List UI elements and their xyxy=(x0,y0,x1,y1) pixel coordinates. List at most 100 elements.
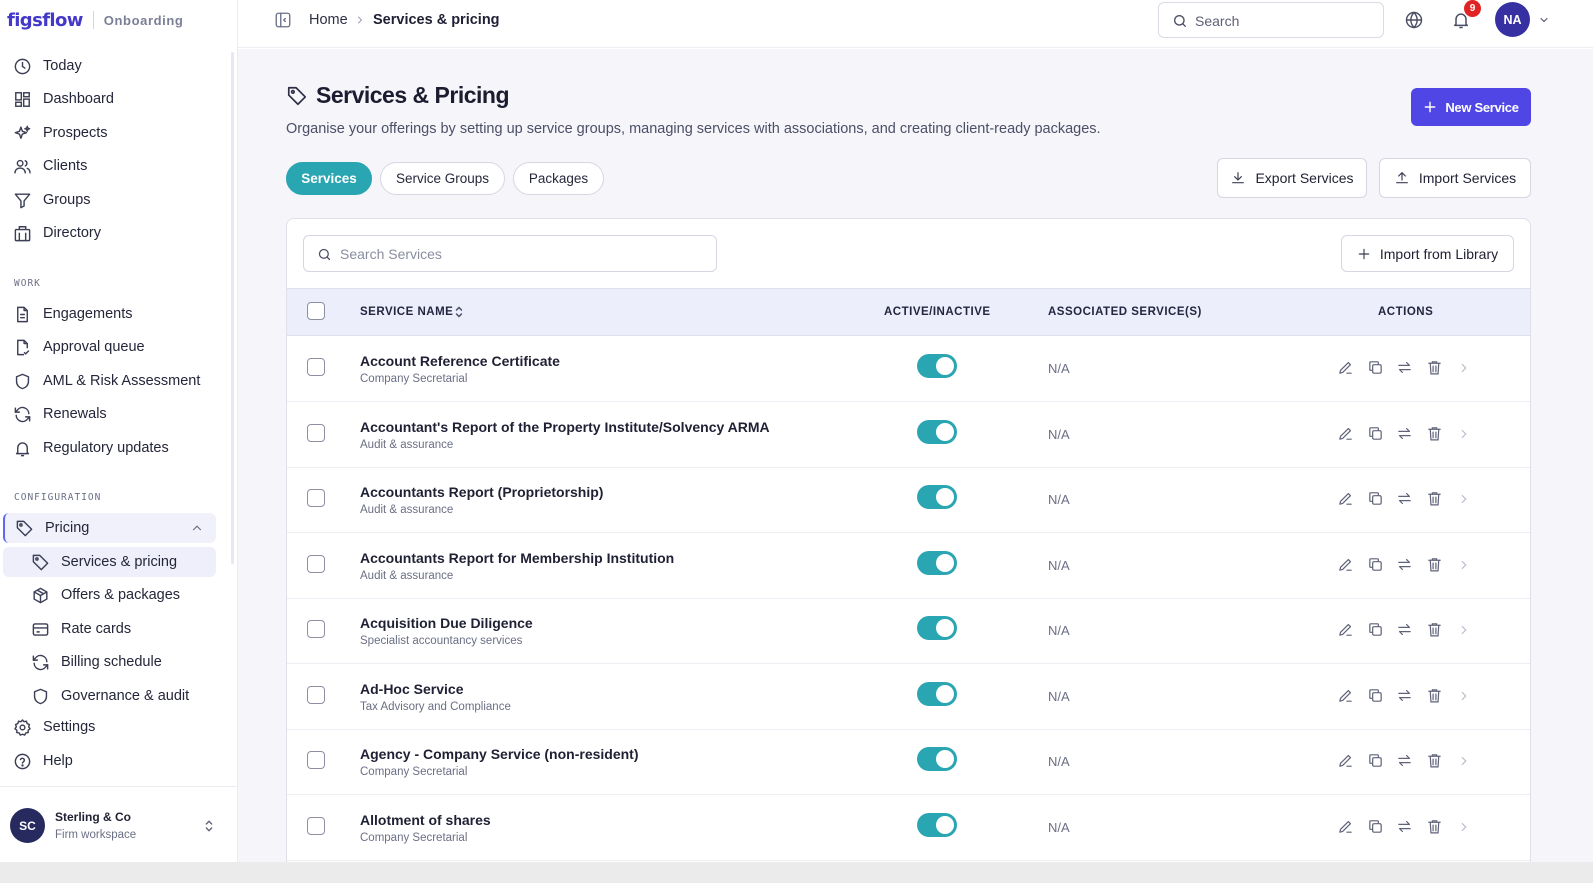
column-header-service-name[interactable]: SERVICE NAME xyxy=(360,306,453,318)
delete-icon[interactable] xyxy=(1426,425,1443,442)
active-toggle[interactable] xyxy=(917,354,957,378)
delete-icon[interactable] xyxy=(1426,359,1443,376)
delete-icon[interactable] xyxy=(1426,752,1443,769)
delete-icon[interactable] xyxy=(1426,490,1443,507)
import-from-library-button[interactable]: Import from Library xyxy=(1341,235,1514,272)
table-row[interactable]: Accountants Report (Proprietorship) Audit… xyxy=(287,467,1530,533)
sidebar-item-regulatory-updates[interactable]: Regulatory updates xyxy=(0,433,216,463)
breadcrumb-home[interactable]: Home xyxy=(309,12,348,28)
duplicate-icon[interactable] xyxy=(1367,687,1384,704)
sidebar-scrollbar[interactable] xyxy=(231,52,234,564)
sidebar-item-directory[interactable]: Directory xyxy=(0,218,216,248)
sidebar-item-offers-packages[interactable]: Offers & packages xyxy=(0,580,216,610)
sidebar-item-governance-audit[interactable]: Governance & audit xyxy=(0,681,216,711)
tab-service-groups[interactable]: Service Groups xyxy=(380,162,505,195)
active-toggle[interactable] xyxy=(917,813,957,837)
active-toggle[interactable] xyxy=(917,747,957,771)
sidebar-item-pricing[interactable]: Pricing xyxy=(3,513,216,543)
edit-icon[interactable] xyxy=(1337,425,1354,442)
global-search-input[interactable] xyxy=(1195,11,1375,31)
duplicate-icon[interactable] xyxy=(1367,818,1384,835)
sidebar-item-help[interactable]: Help xyxy=(0,746,216,776)
swap-icon[interactable] xyxy=(1396,425,1413,442)
active-toggle[interactable] xyxy=(917,485,957,509)
chevron-right-icon[interactable] xyxy=(1457,820,1471,834)
active-toggle[interactable] xyxy=(917,682,957,706)
row-checkbox[interactable] xyxy=(307,686,325,704)
chevron-right-icon[interactable] xyxy=(1457,623,1471,637)
chevron-right-icon[interactable] xyxy=(1457,558,1471,572)
service-name[interactable]: Accountants Report for Membership Instit… xyxy=(360,550,674,566)
edit-icon[interactable] xyxy=(1337,818,1354,835)
duplicate-icon[interactable] xyxy=(1367,752,1384,769)
chevron-down-icon[interactable] xyxy=(1538,14,1550,26)
table-row[interactable]: Accountant's Report of the Property Inst… xyxy=(287,402,1530,468)
services-search-input[interactable] xyxy=(340,244,700,264)
table-row[interactable]: Agency - Company Service (non-resident) C… xyxy=(287,729,1530,795)
chevron-right-icon[interactable] xyxy=(1457,361,1471,375)
delete-icon[interactable] xyxy=(1426,687,1443,704)
delete-icon[interactable] xyxy=(1426,818,1443,835)
table-row[interactable]: Allotment of shares Company Secretarial N/… xyxy=(287,795,1530,861)
user-avatar[interactable]: NA xyxy=(1495,2,1530,37)
swap-icon[interactable] xyxy=(1396,752,1413,769)
edit-icon[interactable] xyxy=(1337,752,1354,769)
sidebar-item-services-pricing[interactable]: Services & pricing xyxy=(3,547,216,577)
edit-icon[interactable] xyxy=(1337,556,1354,573)
duplicate-icon[interactable] xyxy=(1367,556,1384,573)
select-all-checkbox[interactable] xyxy=(307,302,325,320)
row-checkbox[interactable] xyxy=(307,620,325,638)
sidebar-item-groups[interactable]: Groups xyxy=(0,185,216,215)
row-checkbox[interactable] xyxy=(307,555,325,573)
sidebar-item-approval-queue[interactable]: Approval queue xyxy=(0,332,216,362)
table-row[interactable]: Accountants Report for Membership Instit… xyxy=(287,533,1530,599)
duplicate-icon[interactable] xyxy=(1367,359,1384,376)
sidebar-item-dashboard[interactable]: Dashboard xyxy=(0,84,216,114)
edit-icon[interactable] xyxy=(1337,621,1354,638)
swap-icon[interactable] xyxy=(1396,687,1413,704)
row-checkbox[interactable] xyxy=(307,489,325,507)
chevron-up-icon[interactable] xyxy=(190,521,204,535)
swap-icon[interactable] xyxy=(1396,818,1413,835)
globe-icon[interactable] xyxy=(1404,10,1424,30)
tab-packages[interactable]: Packages xyxy=(513,162,604,195)
sidebar-item-prospects[interactable]: Prospects xyxy=(0,118,216,148)
chevron-right-icon[interactable] xyxy=(1457,689,1471,703)
service-name[interactable]: Accountant's Report of the Property Inst… xyxy=(360,419,770,435)
brand[interactable]: figsflow Onboarding xyxy=(7,9,183,31)
services-search[interactable] xyxy=(303,235,717,272)
table-row[interactable]: Account Reference Certificate Company Sec… xyxy=(287,336,1530,402)
service-name[interactable]: Allotment of shares xyxy=(360,812,491,828)
import-services-button[interactable]: Import Services xyxy=(1379,158,1531,198)
sidebar-item-aml-risk[interactable]: AML & Risk Assessment xyxy=(0,366,216,396)
row-checkbox[interactable] xyxy=(307,424,325,442)
swap-icon[interactable] xyxy=(1396,359,1413,376)
chevron-right-icon[interactable] xyxy=(1457,492,1471,506)
sort-icon[interactable] xyxy=(454,305,464,319)
sidebar-toggle-icon[interactable] xyxy=(274,11,292,29)
sidebar-item-clients[interactable]: Clients xyxy=(0,151,216,181)
sidebar-item-engagements[interactable]: Engagements xyxy=(0,299,216,329)
service-name[interactable]: Acquisition Due Diligence xyxy=(360,615,533,631)
export-services-button[interactable]: Export Services xyxy=(1217,158,1367,198)
active-toggle[interactable] xyxy=(917,616,957,640)
service-name[interactable]: Agency - Company Service (non-resident) xyxy=(360,746,639,762)
edit-icon[interactable] xyxy=(1337,490,1354,507)
row-checkbox[interactable] xyxy=(307,751,325,769)
duplicate-icon[interactable] xyxy=(1367,425,1384,442)
duplicate-icon[interactable] xyxy=(1367,490,1384,507)
swap-icon[interactable] xyxy=(1396,621,1413,638)
sidebar-item-renewals[interactable]: Renewals xyxy=(0,399,216,429)
chevron-right-icon[interactable] xyxy=(1457,754,1471,768)
duplicate-icon[interactable] xyxy=(1367,621,1384,638)
active-toggle[interactable] xyxy=(917,420,957,444)
sidebar-item-billing-schedule[interactable]: Billing schedule xyxy=(0,647,216,677)
sidebar-item-rate-cards[interactable]: Rate cards xyxy=(0,614,216,644)
service-name[interactable]: Accountants Report (Proprietorship) xyxy=(360,484,603,500)
new-service-button[interactable]: New Service xyxy=(1411,88,1531,126)
chevron-right-icon[interactable] xyxy=(1457,427,1471,441)
tab-services[interactable]: Services xyxy=(286,162,372,195)
edit-icon[interactable] xyxy=(1337,359,1354,376)
delete-icon[interactable] xyxy=(1426,621,1443,638)
service-name[interactable]: Account Reference Certificate xyxy=(360,353,560,369)
